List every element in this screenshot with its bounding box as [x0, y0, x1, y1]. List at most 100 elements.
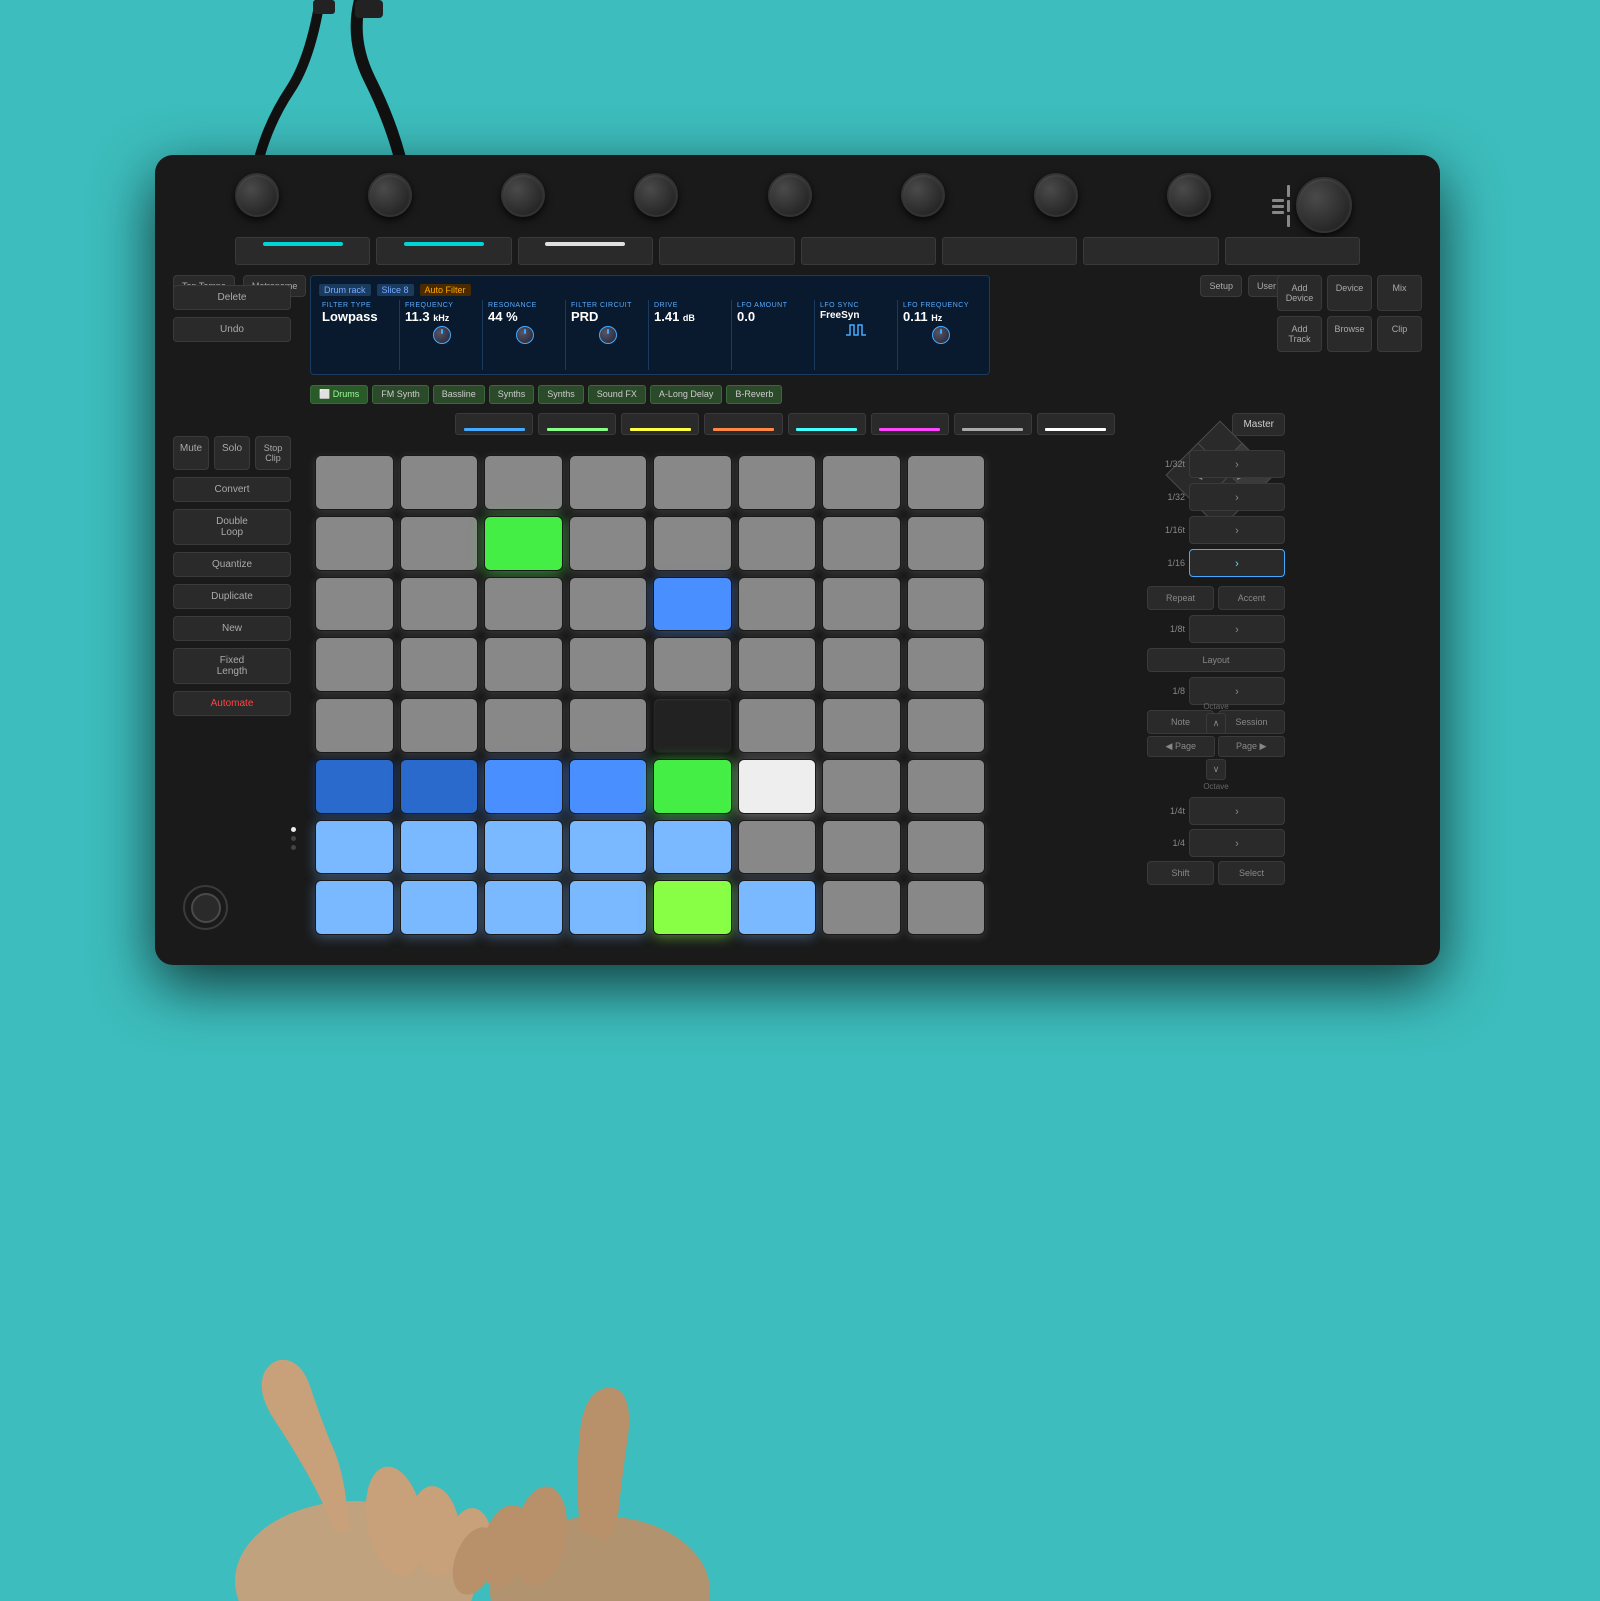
device-button[interactable]: Device: [1327, 275, 1372, 311]
pad-0-0[interactable]: [315, 455, 394, 510]
timing-btn-4[interactable]: ›: [1189, 829, 1285, 857]
page-right-button[interactable]: Page ▶: [1218, 736, 1286, 757]
page-left-button[interactable]: ◀ Page: [1147, 736, 1215, 757]
layout-button[interactable]: Layout: [1147, 648, 1285, 672]
knob-7[interactable]: [1034, 173, 1078, 217]
knob-4[interactable]: [634, 173, 678, 217]
frequency-mini-knob[interactable]: [433, 326, 451, 344]
pad-7-2[interactable]: [484, 880, 563, 935]
timing-btn-32t[interactable]: ›: [1189, 450, 1285, 478]
pad-5-1[interactable]: [400, 759, 479, 814]
timing-btn-8[interactable]: ›: [1189, 677, 1285, 705]
scene-btn-8[interactable]: [1037, 413, 1115, 435]
track-a-long-delay[interactable]: A-Long Delay: [650, 385, 723, 404]
pad-6-1[interactable]: [400, 820, 479, 875]
track-synths-1[interactable]: Synths: [489, 385, 535, 404]
clip-button[interactable]: Clip: [1377, 316, 1422, 352]
lfo-freq-mini-knob[interactable]: [932, 326, 950, 344]
pad-2-3[interactable]: [569, 577, 648, 632]
transport-btn-5[interactable]: [801, 237, 936, 265]
scene-btn-5[interactable]: [788, 413, 866, 435]
scene-btn-7[interactable]: [954, 413, 1032, 435]
transport-btn-6[interactable]: [942, 237, 1077, 265]
pad-5-4[interactable]: [653, 759, 732, 814]
pad-5-2[interactable]: [484, 759, 563, 814]
shift-button[interactable]: Shift: [1147, 861, 1214, 885]
resonance-mini-knob[interactable]: [516, 326, 534, 344]
fixed-length-button[interactable]: FixedLength: [173, 648, 291, 684]
pad-4-5[interactable]: [738, 698, 817, 753]
pad-0-6[interactable]: [822, 455, 901, 510]
pad-3-3[interactable]: [569, 637, 648, 692]
knob-5[interactable]: [768, 173, 812, 217]
circle-button[interactable]: [183, 885, 228, 930]
scene-btn-1[interactable]: [455, 413, 533, 435]
scene-btn-4[interactable]: [704, 413, 782, 435]
pad-3-1[interactable]: [400, 637, 479, 692]
pad-4-1[interactable]: [400, 698, 479, 753]
pad-6-6[interactable]: [822, 820, 901, 875]
pad-4-6[interactable]: [822, 698, 901, 753]
octave-up-button[interactable]: ∧: [1206, 713, 1227, 734]
pad-2-4[interactable]: [653, 577, 732, 632]
pad-7-3[interactable]: [569, 880, 648, 935]
track-bassline[interactable]: Bassline: [433, 385, 485, 404]
pad-4-2[interactable]: [484, 698, 563, 753]
pad-2-0[interactable]: [315, 577, 394, 632]
transport-btn-2[interactable]: [376, 237, 511, 265]
add-track-button[interactable]: AddTrack: [1277, 316, 1322, 352]
new-button[interactable]: New: [173, 616, 291, 641]
pad-7-6[interactable]: [822, 880, 901, 935]
timing-btn-16t[interactable]: ›: [1189, 516, 1285, 544]
repeat-button[interactable]: Repeat: [1147, 586, 1214, 610]
track-synths-2[interactable]: Synths: [538, 385, 584, 404]
solo-button[interactable]: Solo: [214, 436, 250, 470]
transport-btn-8[interactable]: [1225, 237, 1360, 265]
track-fm-synth[interactable]: FM Synth: [372, 385, 429, 404]
pad-1-1[interactable]: [400, 516, 479, 571]
delete-button[interactable]: Delete: [173, 285, 291, 310]
knob-master[interactable]: [1296, 177, 1352, 233]
transport-btn-4[interactable]: [659, 237, 794, 265]
pad-5-7[interactable]: [907, 759, 986, 814]
pad-7-4[interactable]: [653, 880, 732, 935]
mix-button[interactable]: Mix: [1377, 275, 1422, 311]
pad-1-0[interactable]: [315, 516, 394, 571]
pad-5-0[interactable]: [315, 759, 394, 814]
pad-0-3[interactable]: [569, 455, 648, 510]
timing-btn-16[interactable]: ›: [1189, 549, 1285, 577]
pad-0-4[interactable]: [653, 455, 732, 510]
pad-6-4[interactable]: [653, 820, 732, 875]
undo-button[interactable]: Undo: [173, 317, 291, 342]
pad-6-3[interactable]: [569, 820, 648, 875]
pad-3-7[interactable]: [907, 637, 986, 692]
add-device-button[interactable]: AddDevice: [1277, 275, 1322, 311]
pad-3-5[interactable]: [738, 637, 817, 692]
pad-0-5[interactable]: [738, 455, 817, 510]
pad-6-2[interactable]: [484, 820, 563, 875]
pad-1-3[interactable]: [569, 516, 648, 571]
pad-6-7[interactable]: [907, 820, 986, 875]
automate-button[interactable]: Automate: [173, 691, 291, 716]
timing-btn-8t[interactable]: ›: [1189, 615, 1285, 643]
stop-clip-button[interactable]: StopClip: [255, 436, 291, 470]
accent-button[interactable]: Accent: [1218, 586, 1285, 610]
pad-4-4[interactable]: [653, 698, 732, 753]
pad-3-2[interactable]: [484, 637, 563, 692]
octave-down-button[interactable]: ∨: [1206, 759, 1227, 780]
quantize-button[interactable]: Quantize: [173, 552, 291, 577]
double-loop-button[interactable]: DoubleLoop: [173, 509, 291, 545]
pad-4-0[interactable]: [315, 698, 394, 753]
pad-0-7[interactable]: [907, 455, 986, 510]
pad-3-4[interactable]: [653, 637, 732, 692]
timing-btn-4t[interactable]: ›: [1189, 797, 1285, 825]
pad-5-3[interactable]: [569, 759, 648, 814]
knob-8[interactable]: [1167, 173, 1211, 217]
pad-6-0[interactable]: [315, 820, 394, 875]
pad-2-7[interactable]: [907, 577, 986, 632]
pad-2-2[interactable]: [484, 577, 563, 632]
pad-3-0[interactable]: [315, 637, 394, 692]
track-sound-fx[interactable]: Sound FX: [588, 385, 646, 404]
transport-btn-1[interactable]: [235, 237, 370, 265]
transport-btn-7[interactable]: [1083, 237, 1218, 265]
